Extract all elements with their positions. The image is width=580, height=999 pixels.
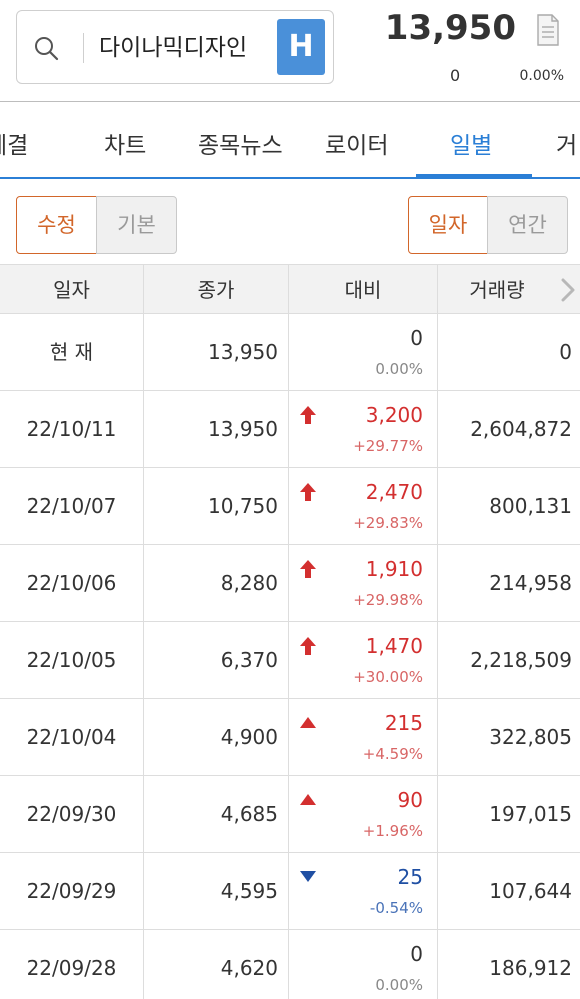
row-change-value: 2,470 [365, 480, 423, 504]
row-change-percent: +4.59% [362, 745, 423, 763]
row-volume: 214,958 [489, 571, 572, 595]
header: 다이나믹디자인 H 13,950 0 0.00% [0, 0, 580, 102]
tab-chart[interactable]: 차트 [104, 126, 146, 160]
table-header: 일자 종가 대비 거래량 [0, 264, 580, 315]
row-change-value: 0 [410, 326, 423, 350]
table-row[interactable]: 22/09/30 4,685 90 +1.96% 197,015 [0, 776, 580, 853]
row-close-price: 10,750 [144, 468, 289, 545]
row-close-price: 8,280 [144, 545, 289, 622]
row-date: 현 재 [0, 314, 144, 391]
row-date: 22/10/07 [0, 468, 144, 545]
row-date: 22/09/28 [0, 930, 144, 999]
tab-bar: 체결 차트 종목뉴스 로이터 일별 거 [0, 102, 580, 180]
tab-volume[interactable]: 거 [556, 126, 577, 160]
row-date: 22/10/11 [0, 391, 144, 468]
row-change-value: 1,910 [365, 557, 423, 581]
by-date-toggle[interactable]: 일자 [408, 196, 488, 254]
row-change-cell: 0 0.00% [289, 930, 438, 999]
row-volume: 2,604,872 [470, 417, 572, 441]
row-change-percent: -0.54% [369, 899, 423, 917]
up-triangle-icon [299, 713, 317, 733]
row-date: 22/10/04 [0, 699, 144, 776]
row-change-value: 215 [384, 711, 423, 735]
column-header-date: 일자 [0, 265, 144, 315]
row-change-value: 25 [397, 865, 423, 889]
row-volume: 0 [559, 340, 572, 364]
annual-toggle[interactable]: 연간 [487, 196, 568, 254]
row-change-cell: 2,470 +29.83% [289, 468, 438, 545]
row-close-price: 4,595 [144, 853, 289, 930]
row-change-percent: +29.83% [353, 514, 423, 532]
down-triangle-icon [299, 867, 317, 887]
row-change-percent: +29.98% [353, 591, 423, 609]
row-change-value: 0 [410, 942, 423, 966]
basic-toggle[interactable]: 기본 [96, 196, 177, 254]
memo-icon[interactable] [536, 14, 560, 46]
row-date: 22/10/05 [0, 622, 144, 699]
row-date: 22/09/29 [0, 853, 144, 930]
row-date: 22/10/06 [0, 545, 144, 622]
table-row[interactable]: 22/10/05 6,370 1,470 +30.00% 2,218,509 [0, 622, 580, 699]
column-header-close: 종가 [144, 265, 289, 315]
stock-search-box[interactable]: 다이나믹디자인 H [16, 10, 334, 84]
row-volume: 322,805 [489, 725, 572, 749]
row-change-cell: 90 +1.96% [289, 776, 438, 853]
chevron-right-icon[interactable] [560, 278, 576, 302]
row-volume: 107,644 [489, 879, 572, 903]
h-badge-button[interactable]: H [277, 19, 325, 75]
tab-stock-news[interactable]: 종목뉴스 [198, 126, 283, 160]
row-volume: 197,015 [489, 802, 572, 826]
limit-up-arrow-icon [299, 636, 317, 656]
row-change-value: 3,200 [365, 403, 423, 427]
search-icon[interactable] [33, 35, 59, 61]
tab-bar-border [0, 177, 580, 179]
table-row[interactable]: 현 재 13,950 0 0.00% 0 [0, 314, 580, 391]
row-volume: 2,218,509 [470, 648, 572, 672]
row-change-percent: +30.00% [353, 668, 423, 686]
current-price: 13,950 [384, 8, 516, 48]
row-close-price: 4,900 [144, 699, 289, 776]
table-row[interactable]: 22/10/04 4,900 215 +4.59% 322,805 [0, 699, 580, 776]
row-change-cell: 1,470 +30.00% [289, 622, 438, 699]
search-divider [83, 33, 84, 63]
row-date: 22/09/30 [0, 776, 144, 853]
table-row[interactable]: 22/09/28 4,620 0 0.00% 186,912 [0, 930, 580, 999]
row-volume: 800,131 [489, 494, 572, 518]
up-triangle-icon [299, 790, 317, 810]
row-change-percent: +1.96% [362, 822, 423, 840]
row-change-cell: 215 +4.59% [289, 699, 438, 776]
row-change-value: 1,470 [365, 634, 423, 658]
price-change-percent: 0.00% [519, 68, 564, 84]
adjusted-toggle[interactable]: 수정 [16, 196, 97, 254]
row-close-price: 13,950 [144, 391, 289, 468]
table-row[interactable]: 22/10/07 10,750 2,470 +29.83% 800,131 [0, 468, 580, 545]
limit-up-arrow-icon [299, 405, 317, 425]
tab-reuters[interactable]: 로이터 [325, 126, 388, 160]
price-change: 0 [450, 66, 461, 85]
row-change-cell: 3,200 +29.77% [289, 391, 438, 468]
row-close-price: 6,370 [144, 622, 289, 699]
tab-daily[interactable]: 일별 [450, 126, 492, 160]
limit-up-arrow-icon [299, 482, 317, 502]
table-row[interactable]: 22/10/06 8,280 1,910 +29.98% 214,958 [0, 545, 580, 622]
row-close-price: 4,620 [144, 930, 289, 999]
row-change-value: 90 [397, 788, 423, 812]
stock-name[interactable]: 다이나믹디자인 [99, 31, 247, 65]
column-header-change: 대비 [289, 265, 438, 315]
row-change-cell: 25 -0.54% [289, 853, 438, 930]
row-close-price: 4,685 [144, 776, 289, 853]
row-change-cell: 1,910 +29.98% [289, 545, 438, 622]
tab-trades[interactable]: 체결 [0, 126, 28, 160]
row-change-percent: 0.00% [375, 360, 423, 378]
row-change-percent: +29.77% [353, 437, 423, 455]
row-change-percent: 0.00% [375, 976, 423, 994]
toggle-bar: 수정 기본 일자 연간 [0, 180, 580, 264]
limit-up-arrow-icon [299, 559, 317, 579]
row-volume: 186,912 [489, 956, 572, 980]
column-header-volume: 거래량 [469, 278, 525, 302]
row-close-price: 13,950 [144, 314, 289, 391]
table-row[interactable]: 22/09/29 4,595 25 -0.54% 107,644 [0, 853, 580, 930]
row-change-cell: 0 0.00% [289, 314, 438, 391]
table-row[interactable]: 22/10/11 13,950 3,200 +29.77% 2,604,872 [0, 391, 580, 468]
